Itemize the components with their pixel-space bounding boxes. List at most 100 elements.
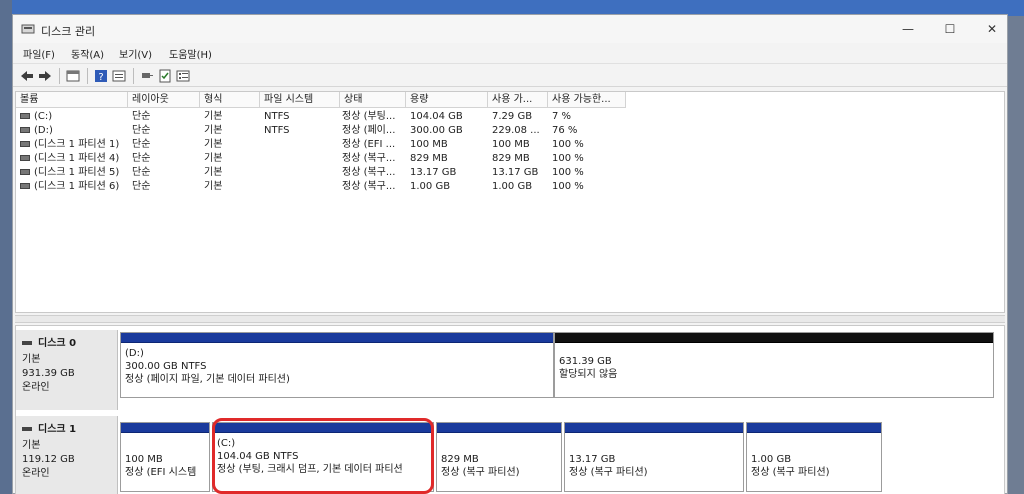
column-header-status[interactable]: 상태 bbox=[340, 92, 406, 108]
partition-size: 100 MB bbox=[125, 454, 163, 465]
volume-name-cell: (C:) bbox=[20, 110, 128, 124]
disk-graphical-view: 디스크 0 기본 931.39 GB 온라인 (D:) 300.00 GB NT… bbox=[15, 325, 1005, 494]
toolbar-separator bbox=[133, 68, 134, 84]
minimize-button[interactable]: — bbox=[893, 19, 923, 39]
toolbar: ? bbox=[13, 63, 1007, 87]
percent-free-cell: 100 % bbox=[552, 139, 584, 150]
filesystem-cell: NTFS bbox=[264, 125, 290, 136]
partition-status: 정상 (복구 파티션) bbox=[441, 467, 520, 478]
disk-management-icon bbox=[21, 24, 35, 34]
partition-size: 104.04 GB NTFS bbox=[217, 451, 299, 462]
column-header-capacity[interactable]: 용량 bbox=[406, 92, 488, 108]
view-pane-icon[interactable] bbox=[65, 68, 81, 84]
table-row[interactable]: (디스크 1 파티션 6) 단순 기본 정상 (복구... 1.00 GB 1.… bbox=[16, 180, 1004, 194]
partition-recovery-4[interactable]: 829 MB 정상 (복구 파티션) bbox=[436, 422, 562, 492]
list-icon[interactable] bbox=[175, 68, 191, 84]
partition-c[interactable]: (C:) 104.04 GB NTFS 정상 (부팅, 크래시 덤프, 기본 데… bbox=[212, 422, 434, 492]
partition-efi[interactable]: 100 MB 정상 (EFI 시스템 bbox=[120, 422, 210, 492]
volume-name-cell: (디스크 1 파티션 4) bbox=[20, 152, 128, 166]
partition-status: 정상 (페이지 파일, 기본 데이터 파티션) bbox=[125, 374, 290, 385]
partition-info: (D:) 300.00 GB NTFS 정상 (페이지 파일, 기본 데이터 파… bbox=[125, 347, 290, 386]
table-row[interactable]: (D:) 단순 기본 NTFS 정상 (페이... 300.00 GB 229.… bbox=[16, 124, 1004, 138]
desktop-edge bbox=[0, 0, 12, 494]
disk-0-label[interactable]: 디스크 0 기본 931.39 GB 온라인 bbox=[16, 330, 118, 410]
filesystem-cell bbox=[264, 180, 340, 194]
properties-icon[interactable] bbox=[111, 68, 127, 84]
disk-1-size: 119.12 GB bbox=[22, 454, 75, 465]
partition-d[interactable]: (D:) 300.00 GB NTFS 정상 (페이지 파일, 기본 데이터 파… bbox=[120, 332, 554, 398]
partition-size: 300.00 GB NTFS bbox=[125, 361, 207, 372]
percent-free-cell: 100 % bbox=[552, 181, 584, 192]
layout-cell: 단순 bbox=[132, 125, 151, 136]
title-bar: 디스크 관리 — ☐ ✕ bbox=[13, 15, 1007, 43]
partition-size: 829 MB bbox=[441, 454, 479, 465]
table-row[interactable]: (C:) 단순 기본 NTFS 정상 (부팅... 104.04 GB 7.29… bbox=[16, 110, 1004, 124]
table-row[interactable]: (디스크 1 파티션 5) 단순 기본 정상 (복구... 13.17 GB 1… bbox=[16, 166, 1004, 180]
layout-cell: 단순 bbox=[132, 167, 151, 178]
free-space-cell: 229.08 ... bbox=[492, 125, 540, 136]
free-space-cell: 1.00 GB bbox=[492, 181, 533, 192]
column-header-volume[interactable]: 볼륨 bbox=[16, 92, 128, 108]
menu-help[interactable]: 도움말(H) bbox=[169, 46, 212, 61]
partition-status: 정상 (복구 파티션) bbox=[569, 467, 648, 478]
partition-size: 13.17 GB bbox=[569, 454, 616, 465]
disk-icon bbox=[22, 427, 32, 431]
capacity-cell: 1.00 GB bbox=[410, 181, 451, 192]
type-cell: 기본 bbox=[204, 181, 223, 192]
volume-icon bbox=[20, 183, 30, 189]
volume-icon bbox=[20, 169, 30, 175]
type-cell: 기본 bbox=[204, 153, 223, 164]
free-space-cell: 829 MB bbox=[492, 153, 530, 164]
column-header-layout[interactable]: 레이아웃 bbox=[128, 92, 200, 108]
disk-0-size: 931.39 GB bbox=[22, 368, 75, 379]
capacity-cell: 300.00 GB bbox=[410, 125, 463, 136]
status-cell: 정상 (복구... bbox=[342, 153, 396, 164]
pane-splitter[interactable] bbox=[15, 315, 1005, 323]
filesystem-cell bbox=[264, 166, 340, 180]
menu-view[interactable]: 보기(V) bbox=[119, 46, 152, 61]
disk-1-label[interactable]: 디스크 1 기본 119.12 GB 온라인 bbox=[16, 416, 118, 494]
percent-free-cell: 100 % bbox=[552, 167, 584, 178]
volume-icon bbox=[20, 127, 30, 133]
column-header-free-space[interactable]: 사용 가... bbox=[488, 92, 548, 108]
column-header-percent-free[interactable]: 사용 가능한... bbox=[548, 92, 626, 108]
menu-file[interactable]: 파일(F) bbox=[23, 46, 55, 61]
status-cell: 정상 (EFI ... bbox=[342, 139, 396, 150]
type-cell: 기본 bbox=[204, 111, 223, 122]
menu-action[interactable]: 동작(A) bbox=[71, 46, 104, 61]
volume-name-cell: (디스크 1 파티션 5) bbox=[20, 166, 128, 180]
percent-free-cell: 76 % bbox=[552, 125, 578, 136]
partition-bar bbox=[565, 423, 743, 433]
partition-size: 1.00 GB bbox=[751, 454, 792, 465]
volume-icon bbox=[20, 155, 30, 161]
filesystem-cell: NTFS bbox=[264, 111, 290, 122]
check-icon[interactable] bbox=[157, 68, 173, 84]
partition-recovery-6[interactable]: 1.00 GB 정상 (복구 파티션) bbox=[746, 422, 882, 492]
capacity-cell: 829 MB bbox=[410, 153, 448, 164]
table-row[interactable]: (디스크 1 파티션 1) 단순 기본 정상 (EFI ... 100 MB 1… bbox=[16, 138, 1004, 152]
maximize-button[interactable]: ☐ bbox=[935, 19, 965, 39]
window-title: 디스크 관리 bbox=[41, 25, 96, 38]
partition-recovery-5[interactable]: 13.17 GB 정상 (복구 파티션) bbox=[564, 422, 744, 492]
table-row[interactable]: (디스크 1 파티션 4) 단순 기본 정상 (복구... 829 MB 829… bbox=[16, 152, 1004, 166]
partition-unallocated[interactable]: 631.39 GB 할당되지 않음 bbox=[554, 332, 994, 398]
column-header-type[interactable]: 형식 bbox=[200, 92, 260, 108]
partition-bar bbox=[121, 423, 209, 433]
partition-info: (C:) 104.04 GB NTFS 정상 (부팅, 크래시 덤프, 기본 데… bbox=[217, 437, 403, 476]
menu-bar: 파일(F) 동작(A) 보기(V) 도움말(H) bbox=[13, 43, 1007, 61]
back-arrow-icon[interactable] bbox=[19, 68, 35, 84]
connect-icon[interactable] bbox=[139, 68, 155, 84]
partition-status: 정상 (부팅, 크래시 덤프, 기본 데이터 파티션 bbox=[217, 464, 403, 475]
volume-icon bbox=[20, 113, 30, 119]
disk-1-type: 기본 bbox=[22, 440, 41, 451]
filesystem-cell bbox=[264, 138, 340, 152]
disk-management-window: 디스크 관리 — ☐ ✕ 파일(F) 동작(A) 보기(V) 도움말(H) ? bbox=[12, 14, 1008, 494]
partition-name: (C:) bbox=[217, 438, 236, 449]
free-space-cell: 100 MB bbox=[492, 139, 530, 150]
help-icon[interactable]: ? bbox=[93, 68, 109, 84]
close-button[interactable]: ✕ bbox=[977, 19, 1007, 39]
toolbar-separator bbox=[59, 68, 60, 84]
forward-arrow-icon[interactable] bbox=[37, 68, 53, 84]
partition-status: 정상 (EFI 시스템 bbox=[125, 467, 197, 478]
column-header-filesystem[interactable]: 파일 시스템 bbox=[260, 92, 340, 108]
